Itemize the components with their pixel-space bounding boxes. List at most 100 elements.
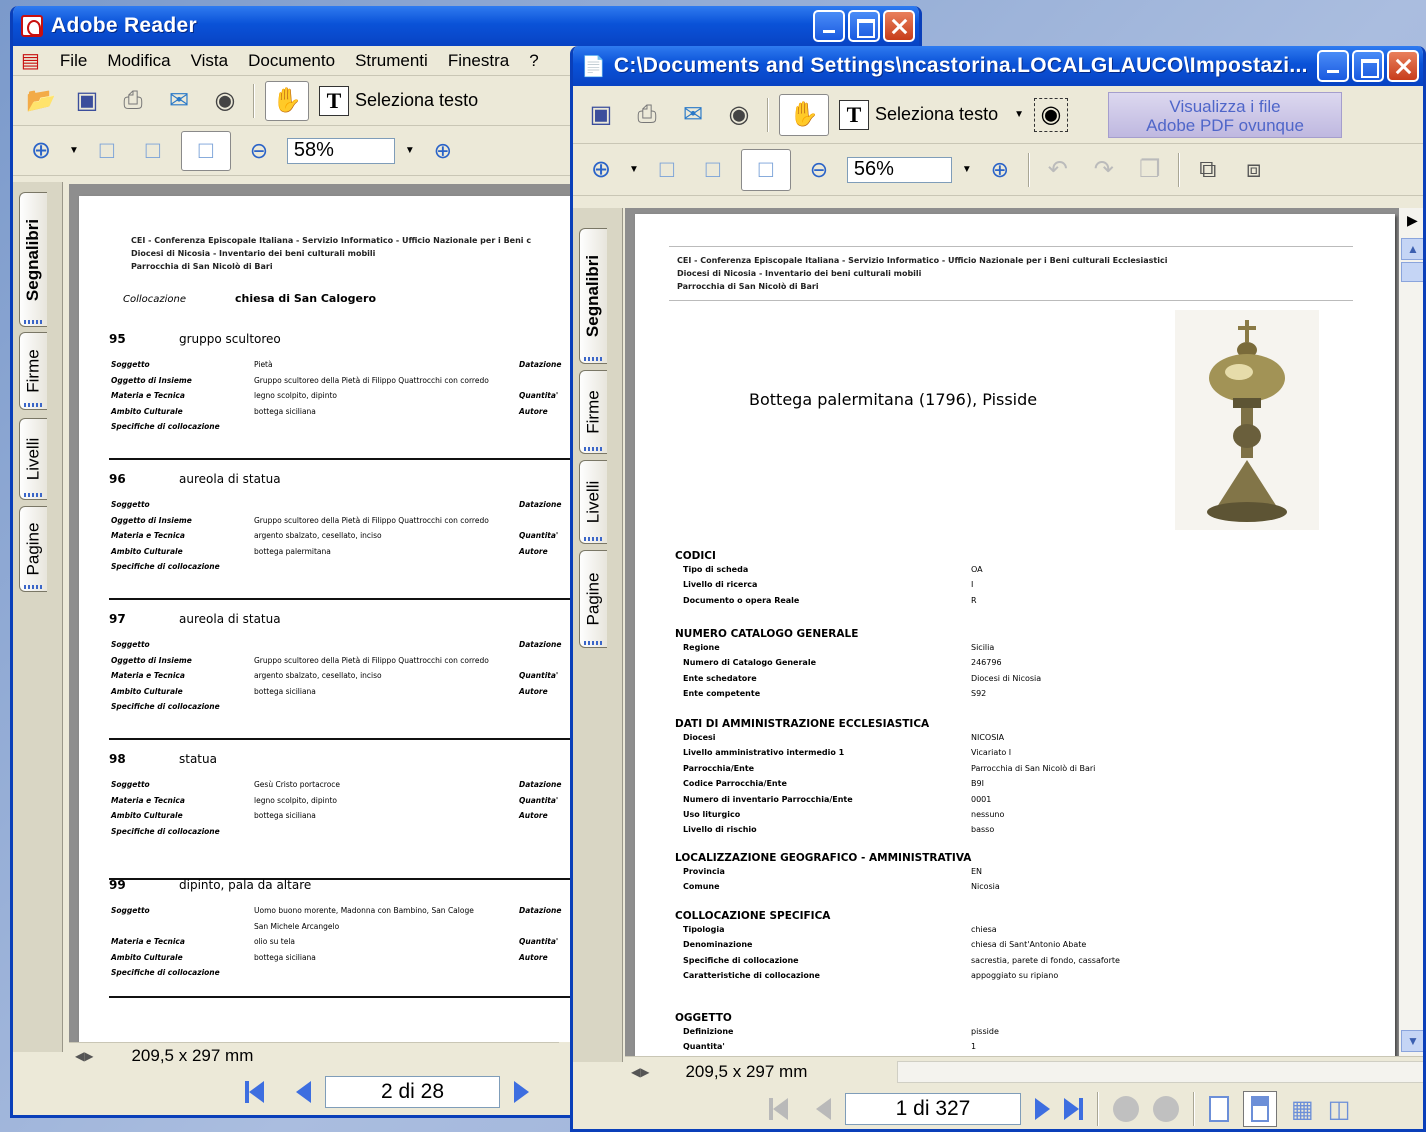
zoom-input[interactable]: 58% — [286, 137, 395, 164]
email-icon[interactable]: ✉ — [675, 97, 711, 133]
first-page-icon[interactable] — [245, 1081, 264, 1103]
zoom-dropdown-chevron-icon[interactable]: ▼ — [962, 164, 972, 175]
continuous-facing-layout-icon[interactable]: ◫ — [1328, 1095, 1351, 1124]
tab-livelli[interactable]: Livelli — [19, 418, 47, 500]
first-page-icon[interactable] — [769, 1098, 788, 1120]
tab-firme[interactable]: Firme — [19, 332, 47, 410]
last-page-icon[interactable] — [1064, 1098, 1083, 1120]
tab-pagine[interactable]: Pagine — [579, 550, 607, 648]
previous-page-icon[interactable] — [816, 1098, 831, 1120]
field-label: Codice Parrocchia/Ente — [683, 779, 787, 789]
pane-arrow-icon[interactable]: ▶ — [1407, 212, 1418, 229]
promo-banner[interactable]: Visualizza i file Adobe PDF ovunque — [1108, 91, 1342, 138]
scroll-down-button[interactable]: ▼ — [1401, 1030, 1423, 1052]
minimize-button[interactable] — [1317, 50, 1349, 82]
zoom-out-icon[interactable]: ⊖ — [801, 152, 837, 188]
actual-size-icon[interactable]: □ — [89, 133, 125, 169]
field-value: nessuno — [971, 810, 1005, 819]
previous-page-icon[interactable] — [296, 1081, 311, 1103]
maximize-button[interactable] — [848, 10, 880, 42]
field-label: Comune — [683, 882, 720, 892]
zoom-in-tool-icon[interactable]: ⊕ — [23, 133, 59, 169]
fit-width-icon[interactable]: □ — [740, 148, 791, 191]
rotate-left-icon[interactable]: ↶ — [1040, 152, 1076, 188]
tab-firme[interactable]: Firme — [579, 370, 607, 454]
hand-tool-icon[interactable]: ✋ — [779, 93, 829, 136]
menu-help[interactable]: ? — [529, 51, 538, 71]
select-text-tool[interactable]: T Seleziona testo — [319, 85, 478, 116]
menu-documento[interactable]: Documento — [248, 51, 335, 71]
menu-finestra[interactable]: Finestra — [448, 51, 509, 71]
next-page-icon[interactable] — [1035, 1098, 1050, 1120]
chevron-down-icon[interactable]: ▼ — [69, 145, 79, 156]
copy-icon[interactable]: ❐ — [1132, 152, 1168, 188]
select-text-tool[interactable]: T Seleziona testo ▼ — [839, 99, 1024, 130]
horizontal-scrollbar[interactable] — [897, 1061, 1423, 1083]
save-icon[interactable]: ▣ — [583, 97, 619, 133]
title-bar[interactable]: 📄 C:\Documents and Settings\ncastorina.L… — [573, 46, 1423, 86]
field-value: legno scolpito, dipinto — [254, 391, 338, 400]
page-number-input[interactable]: 2 di 28 — [325, 1076, 500, 1108]
tab-segnalibri[interactable]: Segnalibri — [579, 228, 607, 364]
chevron-down-icon[interactable]: ▼ — [629, 164, 639, 175]
open-folder-icon[interactable]: 📂 — [23, 83, 59, 119]
split-icon[interactable]: ◀▶ — [631, 1065, 649, 1079]
close-button[interactable] — [883, 10, 915, 42]
entry-row: San Michele Arcangelo — [109, 922, 589, 934]
page-number-input[interactable]: 1 di 327 — [845, 1093, 1021, 1125]
save-icon[interactable]: ▣ — [69, 83, 105, 119]
print-icon[interactable]: ⎙ — [629, 97, 665, 133]
single-page-layout-icon[interactable] — [1209, 1096, 1229, 1122]
maximize-button[interactable] — [1352, 50, 1384, 82]
field-label: Parrocchia/Ente — [683, 763, 755, 773]
zoom-in-icon[interactable]: ⊕ — [425, 133, 461, 169]
search-binoculars-icon[interactable]: ◉ — [721, 97, 757, 133]
print-icon[interactable]: ⎙ — [115, 83, 151, 119]
split-icon[interactable]: ◀▶ — [75, 1049, 93, 1063]
close-button[interactable] — [1387, 50, 1419, 82]
fit-page-icon[interactable]: □ — [135, 133, 171, 169]
fit-page-icon[interactable]: □ — [695, 152, 731, 188]
next-page-icon[interactable] — [514, 1081, 529, 1103]
section-row: Livello di rischio basso — [683, 825, 1383, 837]
menu-file[interactable]: File — [60, 51, 87, 71]
menu-modifica[interactable]: Modifica — [107, 51, 170, 71]
email-icon[interactable]: ✉ — [161, 83, 197, 119]
field-value: Pietà — [254, 360, 273, 369]
entry-row: Ambito Culturale bottega palermitana Autor… — [109, 547, 589, 559]
rotate-view-clockwise-icon[interactable]: ⧉ — [1190, 152, 1226, 188]
search-binoculars-icon[interactable]: ◉ — [207, 83, 243, 119]
tab-pagine[interactable]: Pagine — [19, 506, 47, 592]
menu-vista[interactable]: Vista — [191, 51, 229, 71]
next-view-icon[interactable] — [1153, 1096, 1179, 1122]
fit-width-icon[interactable]: □ — [180, 130, 231, 171]
chevron-down-icon[interactable]: ▼ — [1014, 109, 1024, 120]
zoom-in-icon[interactable]: ⊕ — [982, 152, 1018, 188]
zoom-dropdown-chevron-icon[interactable]: ▼ — [405, 145, 415, 156]
zoom-input[interactable]: 56% — [846, 156, 952, 183]
continuous-layout-icon[interactable] — [1243, 1091, 1277, 1127]
title-bar[interactable]: Adobe Reader — [13, 6, 919, 46]
hand-tool-icon[interactable]: ✋ — [265, 80, 309, 121]
actual-size-icon[interactable]: □ — [649, 152, 685, 188]
zoom-in-tool-icon[interactable]: ⊕ — [583, 152, 619, 188]
pdf-document-window-front[interactable]: 📄 C:\Documents and Settings\ncastorina.L… — [570, 46, 1426, 1132]
tab-segnalibri[interactable]: Segnalibri — [19, 192, 47, 327]
snapshot-icon[interactable]: ◉ — [1034, 97, 1068, 132]
facing-layout-icon[interactable]: ▦ — [1291, 1095, 1314, 1124]
scroll-thumb[interactable] — [1401, 262, 1423, 282]
zoom-out-icon[interactable]: ⊖ — [241, 133, 277, 169]
menu-strumenti[interactable]: Strumenti — [355, 51, 428, 71]
scroll-up-button[interactable]: ▲ — [1401, 238, 1423, 260]
catalog-entry: 99 dipinto, pala da altare Soggetto Uomo bu… — [109, 878, 619, 1008]
vertical-scrollbar[interactable]: ▲ ▼ ▶ — [1399, 208, 1423, 1056]
document-area[interactable]: CEI - Conferenza Episcopale Italiana - S… — [625, 208, 1399, 1056]
section-row: Specifiche di collocazione sacrestia, par… — [683, 956, 1383, 968]
navigation-pane-tabs: Segnalibri Firme Livelli Pagine — [573, 208, 623, 1062]
rotate-right-icon[interactable]: ↷ — [1086, 152, 1122, 188]
field-label: Oggetto di Insieme — [111, 515, 192, 525]
previous-view-icon[interactable] — [1113, 1096, 1139, 1122]
tab-livelli[interactable]: Livelli — [579, 460, 607, 544]
rotate-view-counterclockwise-icon[interactable]: ⧈ — [1236, 152, 1272, 188]
minimize-button[interactable] — [813, 10, 845, 42]
